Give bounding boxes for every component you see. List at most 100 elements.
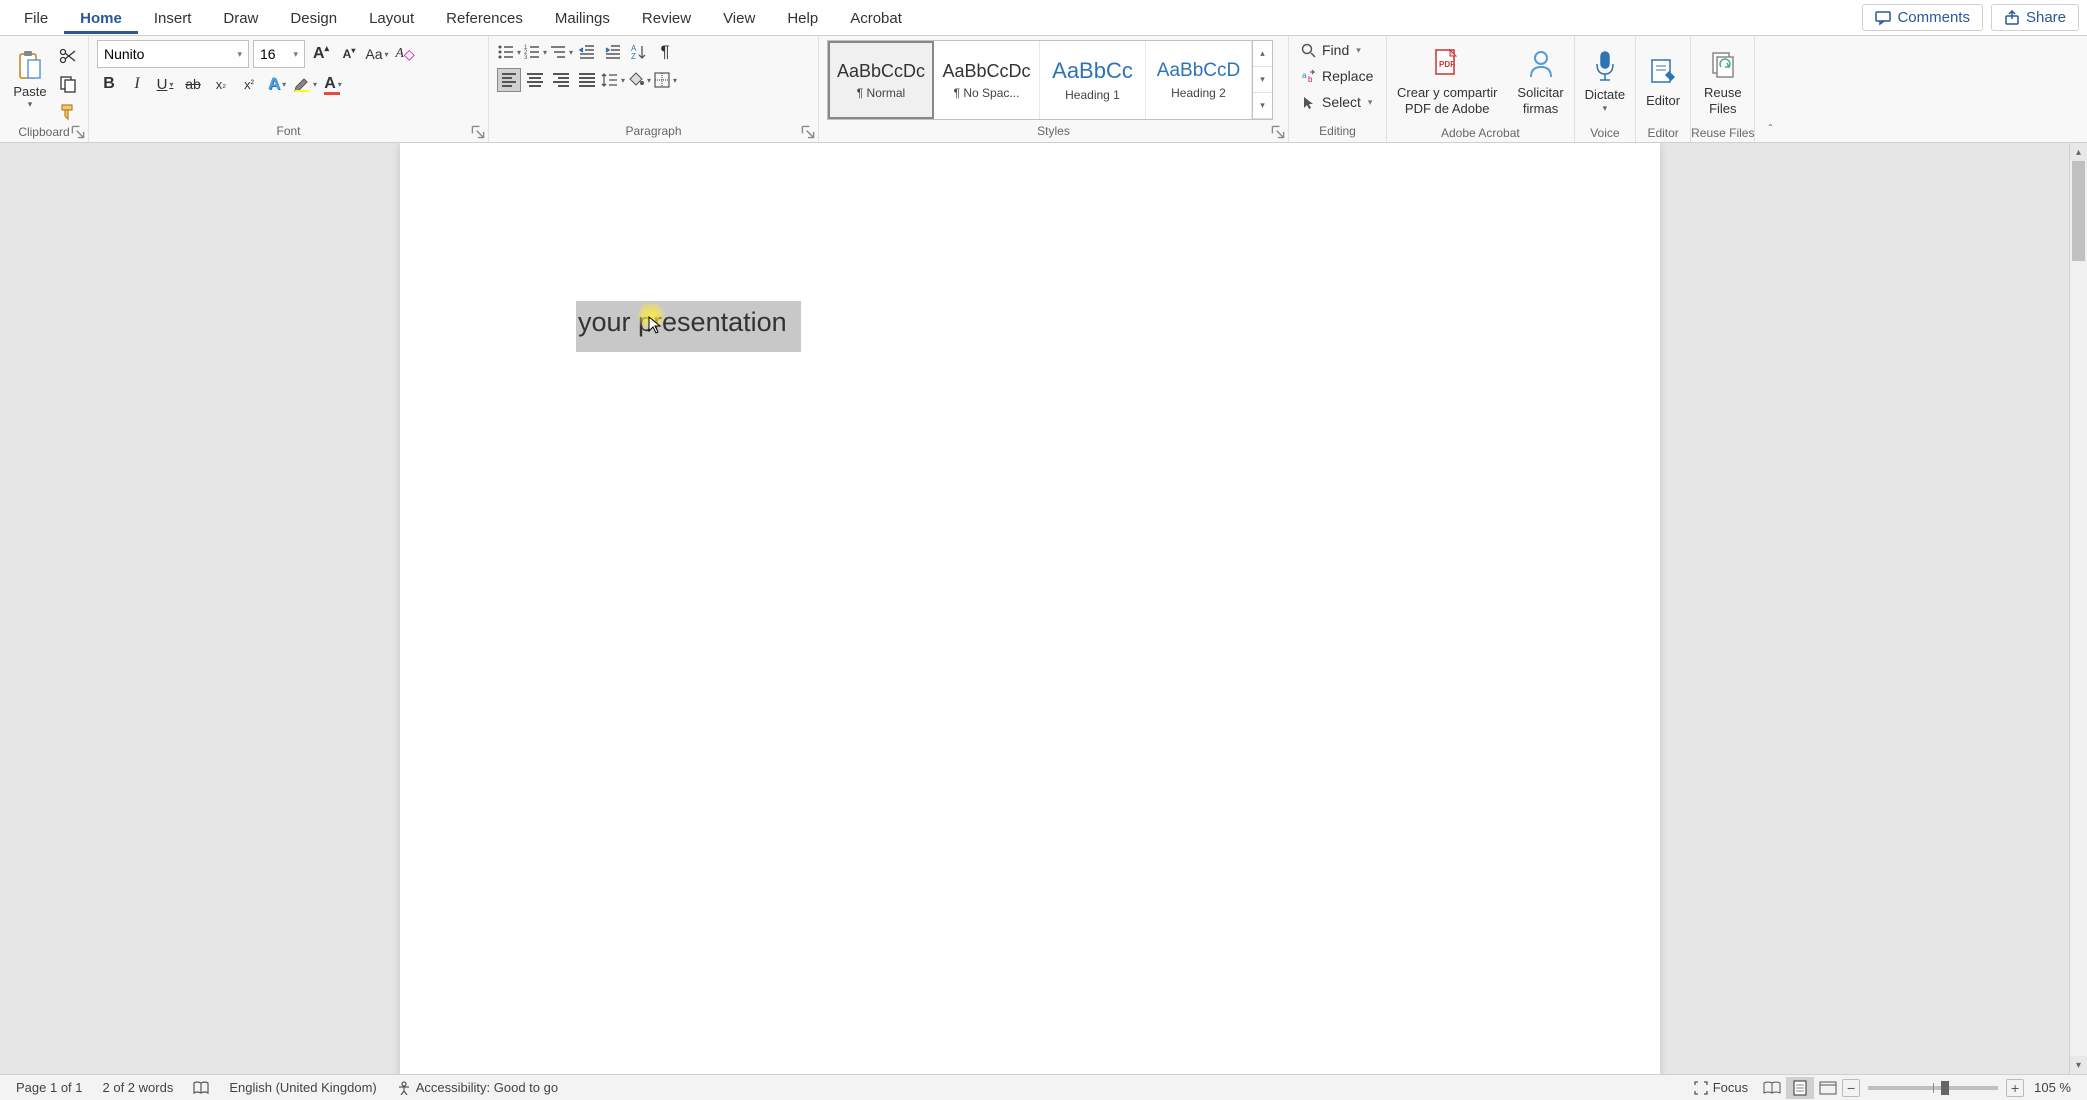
language-status[interactable]: English (United Kingdom)	[219, 1080, 386, 1095]
bold-button[interactable]: B	[97, 72, 121, 96]
tab-layout[interactable]: Layout	[353, 2, 430, 34]
italic-button[interactable]: I	[125, 72, 149, 96]
scroll-thumb[interactable]	[2072, 161, 2085, 261]
style-heading1[interactable]: AaBbCc Heading 1	[1040, 41, 1146, 119]
comments-button[interactable]: Comments	[1862, 4, 1983, 31]
styles-label: Styles	[827, 123, 1280, 140]
tab-help[interactable]: Help	[771, 2, 834, 34]
align-left-button[interactable]	[497, 68, 521, 92]
highlight-button[interactable]: ▾	[293, 72, 317, 96]
tab-draw[interactable]: Draw	[207, 2, 274, 34]
copy-button[interactable]	[56, 72, 80, 96]
shrink-font-button[interactable]: A▾	[337, 42, 361, 66]
scroll-up-button[interactable]: ▴	[2070, 143, 2087, 161]
font-size-combo[interactable]: 16▾	[253, 40, 305, 68]
create-pdf-button[interactable]: PDF Crear y compartir PDF de Adobe	[1387, 36, 1507, 125]
sort-button[interactable]: AZ	[627, 40, 651, 64]
borders-button[interactable]: ▾	[653, 68, 677, 92]
chevron-down-icon: ▾	[293, 49, 298, 60]
tab-view[interactable]: View	[707, 2, 771, 34]
tab-home[interactable]: Home	[64, 2, 138, 34]
change-case-button[interactable]: Aa▾	[365, 42, 389, 66]
styles-expand[interactable]: ▾	[1253, 93, 1272, 119]
superscript-button[interactable]: x	[237, 72, 261, 96]
replace-button[interactable]: ab Replace	[1297, 66, 1377, 86]
document-page[interactable]: your presentation	[400, 143, 1660, 1074]
justify-button[interactable]	[575, 68, 599, 92]
focus-button[interactable]: Focus	[1684, 1080, 1758, 1095]
zoom-level[interactable]: 105 %	[2024, 1080, 2081, 1095]
paragraph-group: ▾ 123▾ ▾ AZ ¶ ▾ ▾ ▾ P	[489, 36, 819, 142]
chevron-down-icon: ▾	[237, 49, 242, 60]
font-color-button[interactable]: A▾	[321, 72, 345, 96]
read-mode-button[interactable]	[1758, 1077, 1786, 1099]
underline-button[interactable]: U▾	[153, 72, 177, 96]
paragraph-launcher-icon[interactable]	[801, 125, 815, 139]
zoom-slider-thumb[interactable]	[1941, 1081, 1949, 1095]
select-button[interactable]: Select▾	[1297, 92, 1377, 112]
tab-mailings[interactable]: Mailings	[539, 2, 626, 34]
reuse-icon	[1709, 49, 1737, 79]
accessibility-status[interactable]: Accessibility: Good to go	[387, 1080, 568, 1095]
paste-label: Paste	[13, 84, 46, 99]
font-launcher-icon[interactable]	[471, 125, 485, 139]
spell-check-button[interactable]	[183, 1081, 219, 1095]
selected-text[interactable]: your presentation	[576, 301, 801, 352]
dictate-button[interactable]: Dictate ▾	[1575, 36, 1635, 125]
voice-group: Dictate ▾ Voice	[1575, 36, 1636, 142]
clipboard-launcher-icon[interactable]	[71, 125, 85, 139]
clear-formatting-button[interactable]: A◇	[393, 42, 417, 66]
zoom-out-button[interactable]: −	[1842, 1079, 1860, 1097]
show-marks-button[interactable]: ¶	[653, 40, 677, 64]
share-button[interactable]: Share	[1991, 4, 2079, 31]
editor-button[interactable]: Editor	[1636, 36, 1690, 125]
shading-button[interactable]: ▾	[627, 68, 651, 92]
page-status[interactable]: Page 1 of 1	[6, 1080, 93, 1095]
bullets-button[interactable]: ▾	[497, 40, 521, 64]
align-center-button[interactable]	[523, 68, 547, 92]
zoom-slider[interactable]	[1868, 1086, 1998, 1090]
vertical-scrollbar[interactable]: ▴ ▾	[2069, 143, 2087, 1074]
request-signatures-button[interactable]: Solicitar firmas	[1507, 36, 1573, 125]
align-right-button[interactable]	[549, 68, 573, 92]
styles-launcher-icon[interactable]	[1271, 125, 1285, 139]
tab-file[interactable]: File	[8, 2, 64, 34]
increase-indent-button[interactable]	[601, 40, 625, 64]
styles-scroll: ▴ ▾ ▾	[1252, 41, 1272, 119]
cut-button[interactable]	[56, 44, 80, 68]
web-layout-button[interactable]	[1814, 1077, 1842, 1099]
tab-insert[interactable]: Insert	[138, 2, 208, 34]
decrease-indent-button[interactable]	[575, 40, 599, 64]
cursor-icon	[1301, 95, 1316, 110]
strikethrough-button[interactable]: ab	[181, 72, 205, 96]
word-count[interactable]: 2 of 2 words	[93, 1080, 184, 1095]
font-name-combo[interactable]: Nunito▾	[97, 40, 249, 68]
document-area: your presentation ▴ ▾	[0, 143, 2087, 1074]
styles-scroll-down[interactable]: ▾	[1253, 67, 1272, 93]
tab-design[interactable]: Design	[274, 2, 353, 34]
paste-button[interactable]: Paste ▾	[8, 40, 52, 120]
style-no-spacing[interactable]: AaBbCcDc ¶ No Spac...	[934, 41, 1040, 119]
editing-group: Find▾ ab Replace Select▾ Editing	[1289, 36, 1387, 142]
text-effects-button[interactable]: A▾	[265, 72, 289, 96]
line-spacing-button[interactable]: ▾	[601, 68, 625, 92]
styles-scroll-up[interactable]: ▴	[1253, 41, 1272, 67]
multilevel-list-button[interactable]: ▾	[549, 40, 573, 64]
tab-review[interactable]: Review	[626, 2, 707, 34]
find-button[interactable]: Find▾	[1297, 40, 1377, 60]
pdf-icon: PDF	[1432, 48, 1462, 80]
grow-font-button[interactable]: A▴	[309, 42, 333, 66]
zoom-in-button[interactable]: +	[2006, 1079, 2024, 1097]
tab-acrobat[interactable]: Acrobat	[834, 2, 918, 34]
collapse-ribbon-button[interactable]: ˆ	[1755, 36, 1785, 142]
style-normal[interactable]: AaBbCcDc ¶ Normal	[828, 41, 934, 119]
scroll-down-button[interactable]: ▾	[2070, 1056, 2087, 1074]
format-painter-button[interactable]	[56, 100, 80, 124]
reuse-files-button[interactable]: Reuse Files	[1691, 36, 1754, 125]
numbering-button[interactable]: 123▾	[523, 40, 547, 64]
style-heading2[interactable]: AaBbCcD Heading 2	[1146, 41, 1252, 119]
print-layout-button[interactable]	[1786, 1077, 1814, 1099]
subscript-button[interactable]: x	[209, 72, 233, 96]
reuse-files-group-label: Reuse Files	[1691, 125, 1754, 142]
tab-references[interactable]: References	[430, 2, 539, 34]
